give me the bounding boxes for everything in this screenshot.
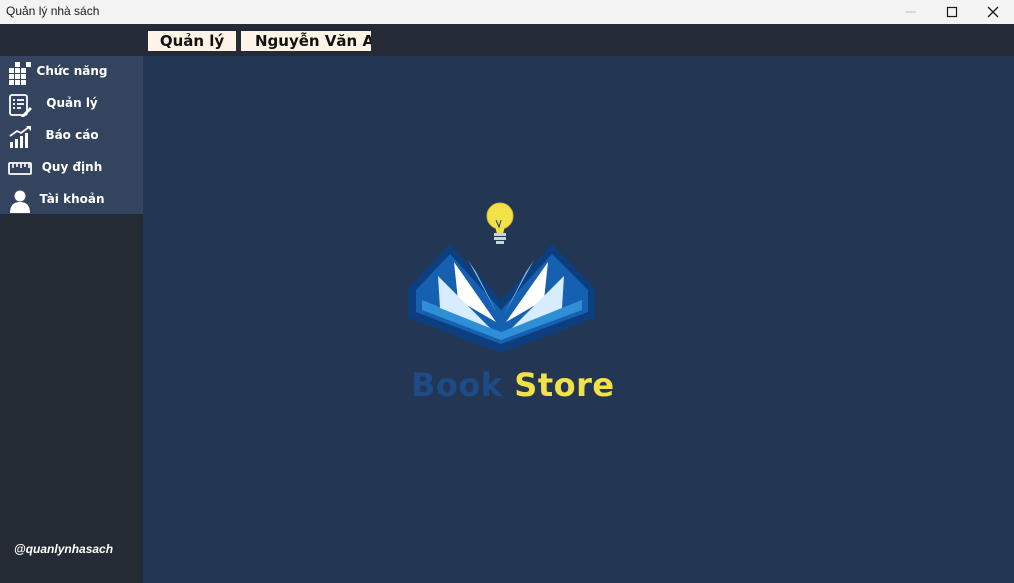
top-bar: Quản lý Nguyễn Văn A bbox=[0, 24, 1014, 56]
sidebar-item-chuc-nang[interactable]: Chức năng bbox=[0, 57, 143, 89]
footer-handle: @quanlynhasach bbox=[14, 542, 114, 556]
sidebar-item-tai-khoan[interactable]: Tài khoản bbox=[0, 185, 143, 217]
ruler-icon bbox=[8, 162, 32, 175]
window-title: Quản lý nhà sách bbox=[6, 4, 100, 18]
brand-name: Book Store bbox=[411, 366, 615, 404]
sidebar-item-bao-cao[interactable]: Báo cáo bbox=[0, 121, 143, 153]
chart-icon bbox=[9, 126, 31, 148]
user-icon bbox=[10, 190, 30, 213]
role-field[interactable]: Quản lý bbox=[148, 31, 236, 51]
sidebar-item-label: Quy định bbox=[41, 160, 103, 174]
list-edit-icon bbox=[9, 94, 32, 117]
brand-word-store: Store bbox=[514, 366, 615, 404]
minimize-icon bbox=[906, 11, 916, 13]
sidebar-menu: Chức năng Quản lý Báo cáo Quy định Tài k… bbox=[0, 56, 143, 214]
sidebar-item-label: Báo cáo bbox=[45, 128, 99, 142]
sidebar-item-label: Tài khoản bbox=[39, 192, 105, 206]
sidebar-item-label: Chức năng bbox=[36, 64, 108, 78]
brand-word-book: Book bbox=[411, 366, 503, 404]
title-bar: Quản lý nhà sách bbox=[0, 0, 1014, 24]
book-store-logo-icon bbox=[408, 202, 595, 353]
user-name-field[interactable]: Nguyễn Văn A bbox=[241, 31, 371, 51]
maximize-button[interactable] bbox=[931, 0, 973, 24]
maximize-icon bbox=[946, 6, 958, 18]
main-panel: Book Store bbox=[143, 56, 1014, 583]
close-button[interactable] bbox=[972, 0, 1014, 24]
sidebar-item-label: Quản lý bbox=[46, 96, 98, 110]
sidebar: Chức năng Quản lý Báo cáo Quy định Tài k… bbox=[0, 56, 143, 583]
close-icon bbox=[987, 6, 999, 18]
minimize-button[interactable] bbox=[890, 0, 932, 24]
sidebar-item-quan-ly[interactable]: Quản lý bbox=[0, 89, 143, 121]
sidebar-item-quy-dinh[interactable]: Quy định bbox=[0, 153, 143, 185]
grid-icon bbox=[9, 62, 31, 85]
